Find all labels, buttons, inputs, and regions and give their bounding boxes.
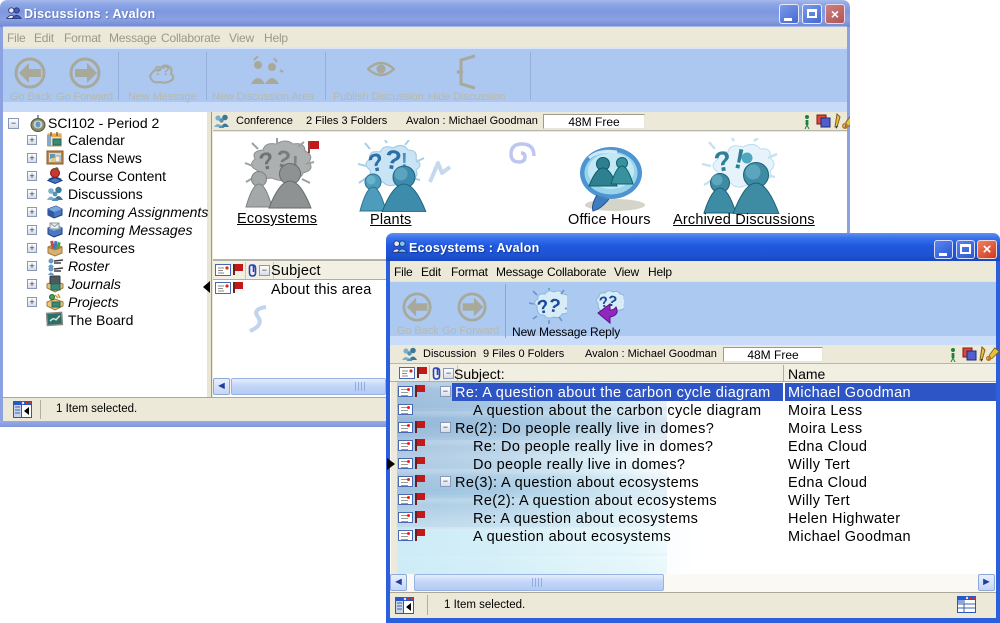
svg-text:??: ?? (154, 63, 170, 78)
